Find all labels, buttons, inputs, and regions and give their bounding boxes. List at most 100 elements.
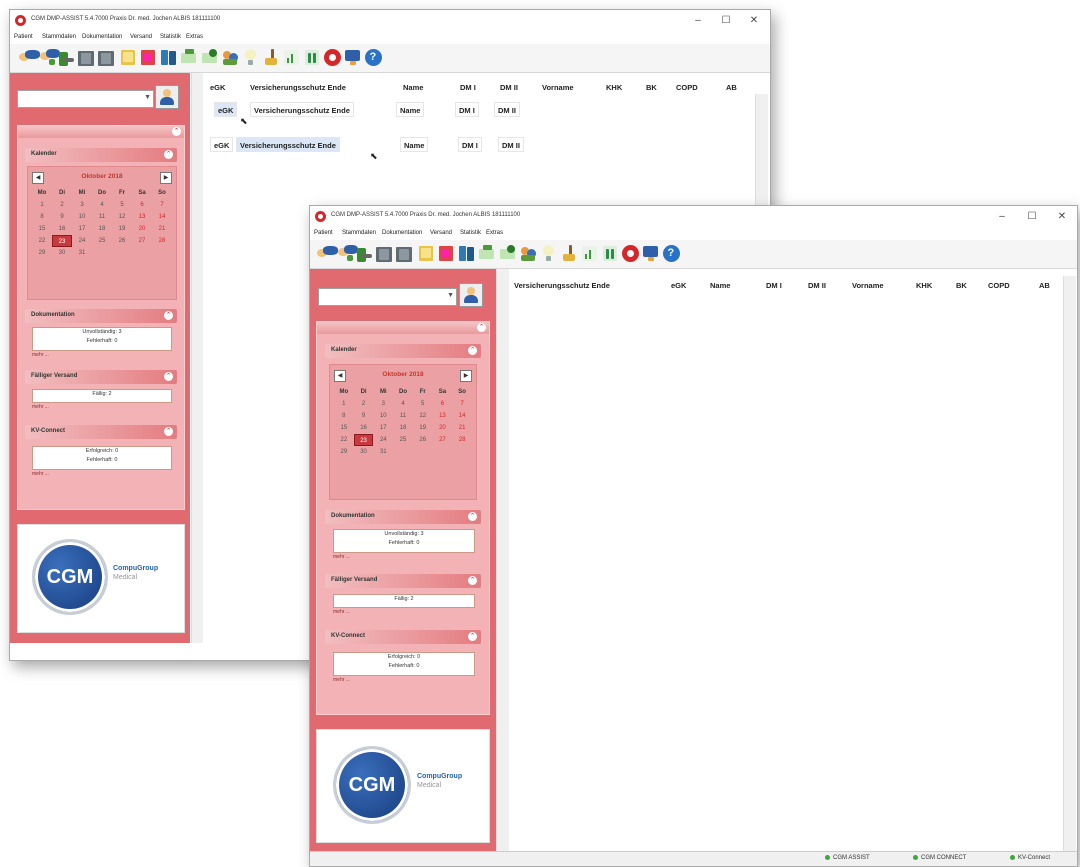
note-red-icon[interactable] [139,48,157,67]
calendar-day[interactable]: 6 [433,398,453,410]
faellig-count[interactable]: Fällig: 2 [334,595,474,604]
calendar-day[interactable]: 12 [413,410,433,422]
dragged-column-dm2[interactable]: DM II [494,102,520,117]
calendar-day[interactable]: 29 [334,446,354,458]
menu-extras[interactable]: Extras [486,230,503,236]
calendar-day[interactable]: 15 [334,422,354,434]
calendar-day[interactable]: 7 [152,199,172,211]
mail-icon[interactable] [478,244,496,263]
maximize-button[interactable]: ☐ [1019,208,1045,226]
column-copd[interactable]: COPD [988,281,1010,290]
calendar-day[interactable]: 11 [92,211,112,223]
calendar-day[interactable]: 24 [72,235,92,247]
fehlerhaft-count[interactable]: Fehlerhaft: 0 [33,456,171,465]
calendar-day[interactable]: 8 [32,211,52,223]
faellig-count[interactable]: Fällig: 2 [33,390,171,399]
next-month-button[interactable]: ▶ [160,172,172,184]
table-icon[interactable] [303,48,321,67]
calendar-day[interactable]: 18 [92,223,112,235]
chart-icon[interactable] [581,244,599,263]
calendar-day[interactable]: 18 [393,422,413,434]
calendar-day[interactable]: 29 [32,247,52,259]
fehlerhaft-count[interactable]: Fehlerhaft: 0 [334,539,474,548]
calendar-day[interactable]: 19 [413,422,433,434]
patient-icon[interactable] [16,48,40,67]
calendar-day[interactable]: 10 [373,410,393,422]
menu-stammdaten[interactable]: Stammdaten [342,230,376,236]
note-icon[interactable] [417,244,435,263]
column-name[interactable]: Name [403,83,423,92]
patient-search-combo[interactable]: ▼ [318,288,457,306]
collapse-icon[interactable]: ⌃ [468,576,477,585]
calendar-day[interactable]: 1 [32,199,52,211]
calendar-day[interactable]: 7 [452,398,472,410]
calendar-day[interactable]: 16 [52,223,72,235]
calendar-day[interactable]: 10 [72,211,92,223]
calendar-day[interactable]: 27 [132,235,152,247]
calendar-day[interactable]: 26 [112,235,132,247]
minimize-button[interactable]: – [685,12,711,30]
calendar-day[interactable]: 3 [373,398,393,410]
monitor-icon[interactable] [344,48,362,67]
export-icon[interactable] [57,48,75,67]
calendar-day[interactable]: 23 [52,235,72,247]
column-bk[interactable]: BK [956,281,967,290]
menu-dokumentation[interactable]: Dokumentation [82,34,122,40]
calendar-day[interactable]: 25 [393,434,413,446]
calendar-day[interactable]: 5 [413,398,433,410]
calendar-day[interactable]: 26 [413,434,433,446]
column-versicherungsschutz-ende[interactable]: Versicherungsschutz Ende [250,83,346,92]
sidebar-scrollbar[interactable] [191,73,203,643]
note-red-icon[interactable] [437,244,455,263]
column-dm1-dropped[interactable]: DM I [458,137,482,152]
menu-statistik[interactable]: Statistik [460,230,481,236]
calendar-day[interactable]: 4 [393,398,413,410]
calendar-day[interactable]: 13 [433,410,453,422]
calendar-day[interactable]: 11 [393,410,413,422]
column-copd[interactable]: COPD [676,83,698,92]
column-dm2[interactable]: DM II [808,281,826,290]
calendar-day[interactable]: 1 [334,398,354,410]
calendar-day[interactable]: 31 [72,247,92,259]
calendar-day[interactable]: 17 [373,422,393,434]
calendar-day[interactable]: 28 [152,235,172,247]
column-ab[interactable]: AB [726,83,737,92]
unvollstaendig-count[interactable]: Unvollständig: 3 [334,530,474,539]
lifebuoy-icon[interactable] [621,244,640,263]
book-icon[interactable] [77,48,96,67]
calendar-day[interactable]: 25 [92,235,112,247]
calendar-day[interactable]: 5 [112,199,132,211]
column-egk[interactable]: eGK [210,83,225,92]
calendar-day[interactable]: 31 [373,446,393,458]
collapse-icon[interactable]: ⌃ [468,632,477,641]
calendar-day[interactable]: 19 [112,223,132,235]
broom-icon[interactable] [262,48,280,67]
table-scrollbar[interactable] [1063,276,1076,851]
patient-edit-icon[interactable] [335,244,358,263]
column-khk[interactable]: KHK [606,83,622,92]
close-button[interactable]: ✕ [741,12,767,30]
erfolgreich-count[interactable]: Erfolgreich: 0 [334,653,474,662]
book-icon[interactable] [396,244,414,263]
book-icon[interactable] [98,48,116,67]
calendar-day[interactable]: 6 [132,199,152,211]
more-link[interactable]: mehr ... [333,554,350,560]
calendar-day[interactable]: 20 [132,223,152,235]
calendar-day[interactable]: 21 [152,223,172,235]
calendar-day[interactable]: 22 [334,434,354,446]
calendar-day[interactable]: 21 [452,422,472,434]
sidebar-scrollbar[interactable] [496,269,509,851]
menu-extras[interactable]: Extras [186,34,203,40]
column-egk-dropped[interactable]: eGK [210,137,234,152]
menu-statistik[interactable]: Statistik [160,34,181,40]
help-icon[interactable]: ? [364,48,383,67]
collapse-icon[interactable]: ⌃ [164,150,173,159]
column-dm2-dropped[interactable]: DM II [498,137,524,152]
bulb-icon[interactable] [242,48,260,67]
note-icon[interactable] [119,48,137,67]
fehlerhaft-count[interactable]: Fehlerhaft: 0 [33,337,171,346]
prev-month-button[interactable]: ◀ [32,172,44,184]
calendar-day[interactable]: 13 [132,211,152,223]
column-dm2[interactable]: DM II [500,83,518,92]
collapse-icon[interactable]: ⌃ [164,427,173,436]
